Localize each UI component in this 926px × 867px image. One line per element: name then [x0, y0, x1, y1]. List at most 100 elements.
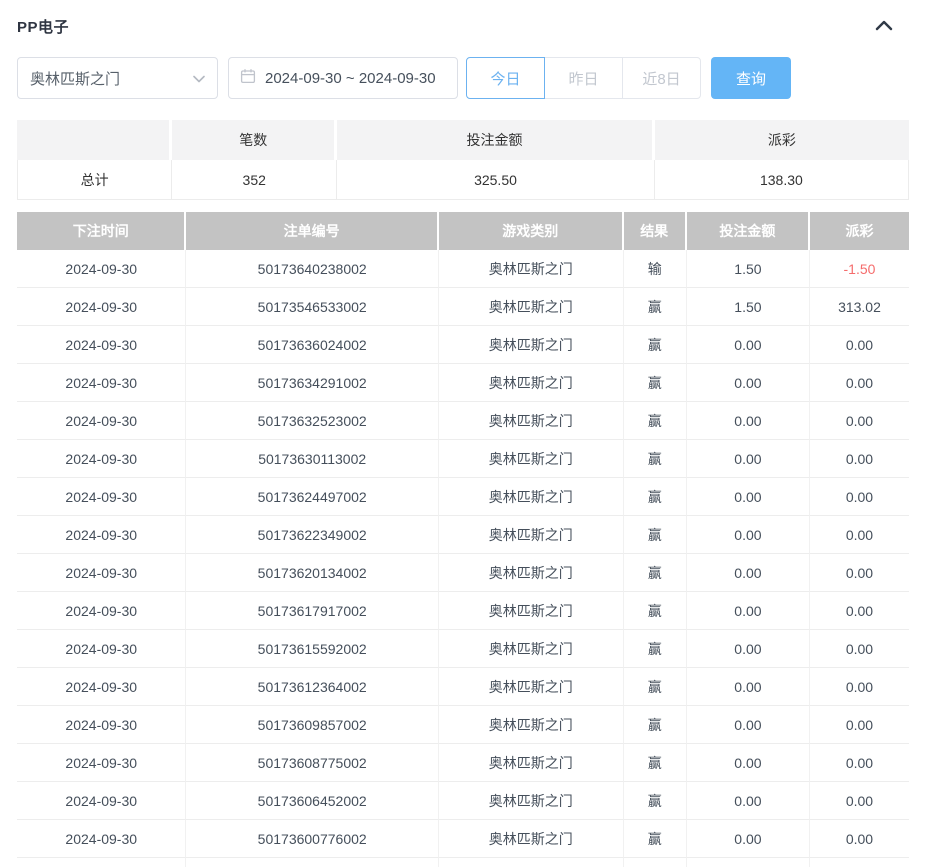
quick-range-last8days[interactable]: 近8日 — [622, 57, 701, 99]
cell-payout: 0.00 — [810, 554, 909, 592]
cell-bet-amount: 0.00 — [687, 706, 810, 744]
cell-bet-time: 2024-09-30 — [17, 440, 186, 478]
table-row: 2024-09-30 50173546533002 奥林匹斯之门 赢 1.50 … — [17, 288, 909, 326]
cell-bet-time: 2024-09-30 — [17, 516, 186, 554]
cell-result: 赢 — [624, 326, 687, 364]
cell-result: 赢 — [624, 364, 687, 402]
cell-game-category: 奥林匹斯之门 — [439, 250, 624, 288]
cell-bet-time: 2024-09-30 — [17, 554, 186, 592]
cell-order-number: 50173600776002 — [186, 820, 438, 858]
cell-bet-amount: 0.00 — [687, 326, 810, 364]
cell-result: 赢 — [624, 402, 687, 440]
cell-order-number: 50173617917002 — [186, 592, 438, 630]
cell-bet-amount: 1.50 — [687, 288, 810, 326]
cell-bet-amount: 0.00 — [687, 820, 810, 858]
cell-payout: 0.00 — [810, 592, 909, 630]
summary-total-payout: 138.30 — [655, 160, 909, 200]
table-row-partial — [17, 858, 909, 867]
cell-payout: 0.00 — [810, 630, 909, 668]
cell-result: 输 — [624, 250, 687, 288]
cell-payout: 0.00 — [810, 668, 909, 706]
quick-range-group: 今日 昨日 近8日 — [466, 57, 701, 99]
cell-order-number: 50173622349002 — [186, 516, 438, 554]
cell-empty — [624, 858, 687, 867]
page-title: PP电子 — [17, 16, 69, 37]
cell-empty — [186, 858, 438, 867]
cell-bet-amount: 0.00 — [687, 782, 810, 820]
cell-payout: 0.00 — [810, 706, 909, 744]
cell-game-category: 奥林匹斯之门 — [439, 478, 624, 516]
cell-order-number: 50173632523002 — [186, 402, 438, 440]
cell-result: 赢 — [624, 820, 687, 858]
date-range-value: 2024-09-30 ~ 2024-09-30 — [265, 70, 436, 87]
cell-order-number: 50173606452002 — [186, 782, 438, 820]
summary-col-empty — [17, 120, 172, 160]
cell-order-number: 50173609857002 — [186, 706, 438, 744]
col-payout: 派彩 — [810, 212, 909, 250]
col-bet-amount: 投注金额 — [687, 212, 810, 250]
cell-result: 赢 — [624, 782, 687, 820]
cell-game-category: 奥林匹斯之门 — [439, 326, 624, 364]
cell-payout: 0.00 — [810, 782, 909, 820]
table-row: 2024-09-30 50173609857002 奥林匹斯之门 赢 0.00 … — [17, 706, 909, 744]
search-button[interactable]: 查询 — [711, 57, 791, 99]
table-row: 2024-09-30 50173608775002 奥林匹斯之门 赢 0.00 … — [17, 744, 909, 782]
game-select[interactable]: 奥林匹斯之门 — [17, 57, 218, 99]
cell-game-category: 奥林匹斯之门 — [439, 706, 624, 744]
cell-game-category: 奥林匹斯之门 — [439, 516, 624, 554]
chevron-down-icon — [193, 70, 205, 87]
summary-header-row: 笔数 投注金额 派彩 — [17, 120, 909, 160]
records-partial-row-clipped — [17, 858, 909, 867]
cell-bet-amount: 0.00 — [687, 668, 810, 706]
cell-game-category: 奥林匹斯之门 — [439, 820, 624, 858]
records-header-row: 下注时间 注单编号 游戏类别 结果 投注金额 派彩 — [17, 212, 909, 250]
cell-bet-time: 2024-09-30 — [17, 706, 186, 744]
cell-game-category: 奥林匹斯之门 — [439, 782, 624, 820]
cell-bet-amount: 0.00 — [687, 364, 810, 402]
date-range-picker[interactable]: 2024-09-30 ~ 2024-09-30 — [228, 57, 458, 99]
cell-order-number: 50173612364002 — [186, 668, 438, 706]
col-order-number: 注单编号 — [186, 212, 438, 250]
cell-result: 赢 — [624, 288, 687, 326]
cell-payout: 0.00 — [810, 326, 909, 364]
cell-payout: 0.00 — [810, 516, 909, 554]
cell-bet-amount: 1.50 — [687, 250, 810, 288]
col-result: 结果 — [624, 212, 687, 250]
cell-result: 赢 — [624, 516, 687, 554]
summary-table: 笔数 投注金额 派彩 总计 352 325.50 138.30 — [17, 120, 909, 200]
table-row: 2024-09-30 50173622349002 奥林匹斯之门 赢 0.00 … — [17, 516, 909, 554]
cell-game-category: 奥林匹斯之门 — [439, 364, 624, 402]
cell-game-category: 奥林匹斯之门 — [439, 554, 624, 592]
cell-order-number: 50173620134002 — [186, 554, 438, 592]
records-table: 下注时间 注单编号 游戏类别 结果 投注金额 派彩 2024-09-30 501… — [17, 212, 909, 867]
cell-empty — [810, 858, 909, 867]
collapse-button[interactable] — [871, 15, 897, 37]
cell-payout: 0.00 — [810, 820, 909, 858]
quick-range-yesterday[interactable]: 昨日 — [544, 57, 623, 99]
cell-empty — [439, 858, 624, 867]
summary-total-row: 总计 352 325.50 138.30 — [17, 160, 909, 200]
cell-bet-amount: 0.00 — [687, 744, 810, 782]
cell-game-category: 奥林匹斯之门 — [439, 592, 624, 630]
table-row: 2024-09-30 50173630113002 奥林匹斯之门 赢 0.00 … — [17, 440, 909, 478]
table-row: 2024-09-30 50173632523002 奥林匹斯之门 赢 0.00 … — [17, 402, 909, 440]
cell-bet-time: 2024-09-30 — [17, 326, 186, 364]
cell-bet-amount: 0.00 — [687, 402, 810, 440]
table-row: 2024-09-30 50173615592002 奥林匹斯之门 赢 0.00 … — [17, 630, 909, 668]
cell-order-number: 50173608775002 — [186, 744, 438, 782]
cell-order-number: 50173640238002 — [186, 250, 438, 288]
cell-bet-amount: 0.00 — [687, 630, 810, 668]
quick-range-today[interactable]: 今日 — [466, 57, 545, 99]
cell-bet-amount: 0.00 — [687, 554, 810, 592]
cell-bet-time: 2024-09-30 — [17, 478, 186, 516]
betting-records-panel: PP电子 奥林匹斯之门 2024-09-30 ~ 2024-09- — [0, 0, 926, 867]
summary-total-bet-amount: 325.50 — [337, 160, 655, 200]
cell-game-category: 奥林匹斯之门 — [439, 668, 624, 706]
cell-game-category: 奥林匹斯之门 — [439, 630, 624, 668]
table-row: 2024-09-30 50173617917002 奥林匹斯之门 赢 0.00 … — [17, 592, 909, 630]
cell-payout: 0.00 — [810, 402, 909, 440]
cell-payout: 0.00 — [810, 478, 909, 516]
cell-payout: 0.00 — [810, 440, 909, 478]
filter-row: 奥林匹斯之门 2024-09-30 ~ 2024-09-30 今日 昨日 近8日… — [17, 57, 909, 99]
cell-bet-amount: 0.00 — [687, 478, 810, 516]
